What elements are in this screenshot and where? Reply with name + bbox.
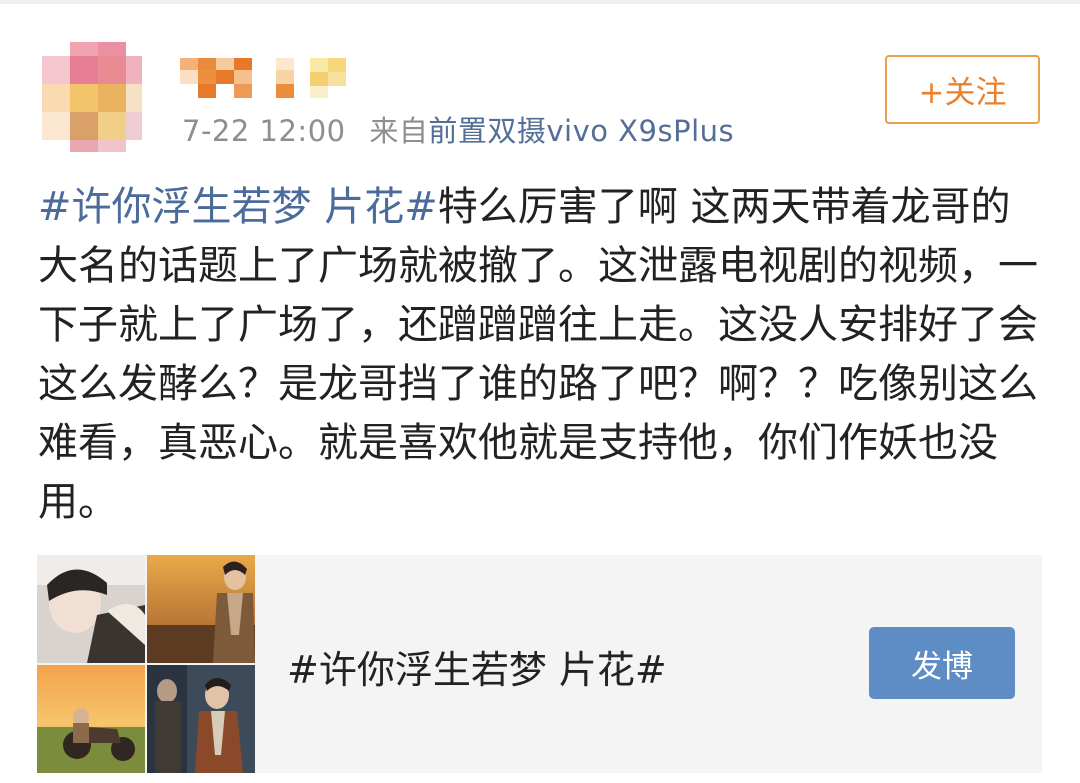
post-source-link[interactable]: 前置双摄vivo X9sPlus: [428, 114, 734, 148]
avatar[interactable]: [42, 42, 142, 152]
thumbnail-image: [37, 665, 145, 773]
topic-card[interactable]: #许你浮生若梦 片花# 发博: [37, 555, 1042, 773]
post-to-topic-button[interactable]: 发博: [869, 627, 1015, 699]
topic-card-title[interactable]: #许你浮生若梦 片花#: [287, 639, 667, 694]
username-mosaic[interactable]: [180, 58, 350, 98]
post-time: 7-22 12:00: [182, 114, 346, 148]
source-prefix: 来自: [369, 114, 429, 148]
post-meta: 7-22 12:00 来自前置双摄vivo X9sPlus: [182, 108, 734, 150]
post-text: 特么厉害了啊 这两天带着龙哥的大名的话题上了广场就被撤了。这泄露电视剧的视频，一…: [38, 184, 1038, 525]
topic-thumbnails: [37, 555, 255, 773]
thumbnail-image: [147, 665, 255, 773]
follow-button[interactable]: +关注: [885, 55, 1040, 124]
top-divider: [0, 0, 1080, 4]
thumbnail-image: [147, 555, 255, 663]
post-content: #许你浮生若梦 片花#特么厉害了啊 这两天带着龙哥的大名的话题上了广场就被撤了。…: [38, 178, 1048, 532]
thumbnail-image: [37, 555, 145, 663]
topic-link[interactable]: #许你浮生若梦 片花#: [38, 184, 438, 230]
